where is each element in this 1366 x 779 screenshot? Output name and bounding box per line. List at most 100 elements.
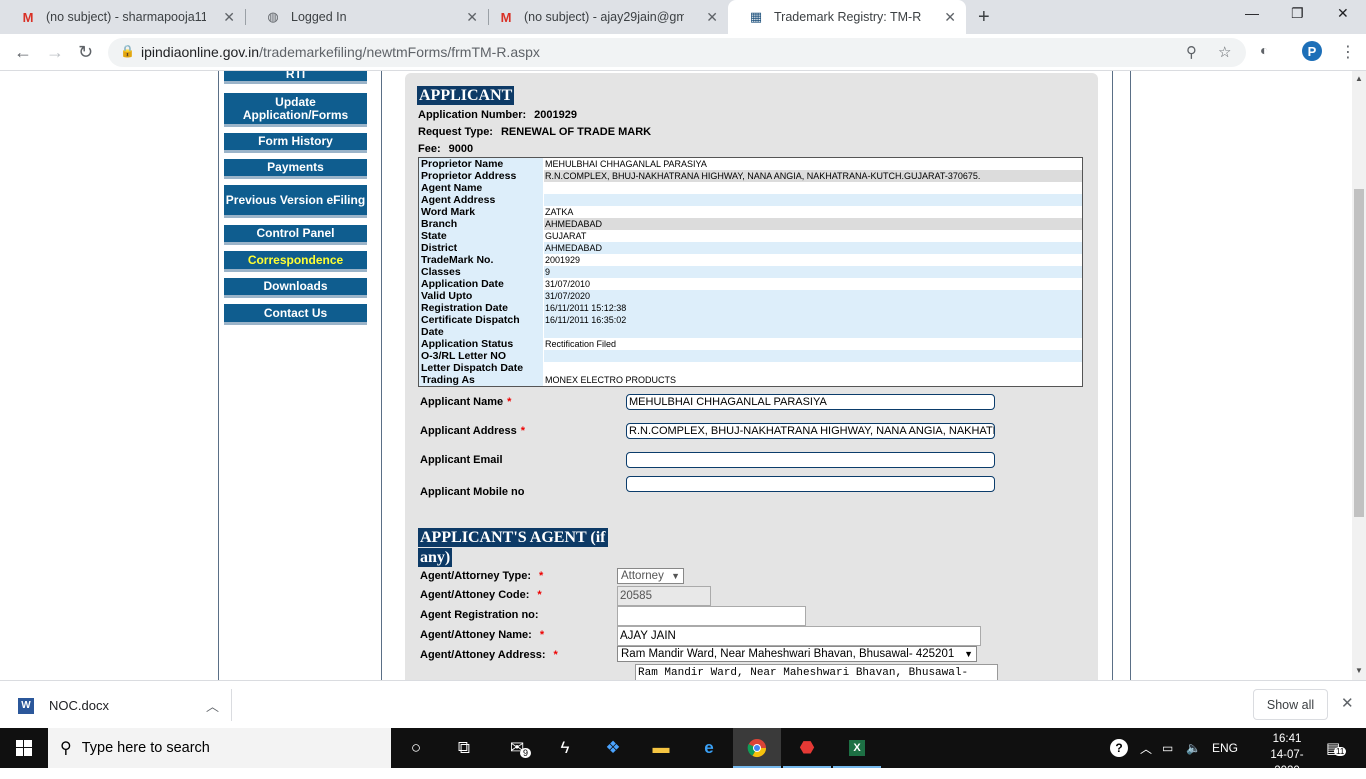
restore-icon[interactable]: ❐: [1291, 5, 1304, 22]
chevron-up-icon[interactable]: ︿: [1140, 728, 1152, 768]
applicant-mobile-label: Applicant Mobile no: [420, 486, 525, 498]
sidebar-item-contact-us[interactable]: Contact Us: [224, 304, 367, 325]
tab-gmail-2[interactable]: M (no subject) - ajay29jain@gmail.c ✕: [478, 0, 728, 34]
applicant-heading: APPLICANT: [417, 86, 515, 105]
agent-name-input[interactable]: AJAY JAIN: [617, 626, 981, 646]
chrome-icon[interactable]: [733, 728, 781, 768]
acrobat-icon[interactable]: ⬣: [783, 728, 831, 768]
page-viewport: RTI Update Application/Forms Form Histor…: [0, 71, 1352, 680]
profile-avatar[interactable]: P: [1302, 41, 1322, 61]
table-row: Branch AHMEDABAD: [419, 218, 1082, 230]
applicant-mobile-input[interactable]: [626, 476, 995, 492]
windows-icon: [16, 740, 32, 756]
tab-trademark[interactable]: ▦ Trademark Registry: TM-R ✕: [728, 0, 966, 34]
page-scrollbar[interactable]: ▲ ▼: [1352, 71, 1366, 680]
download-filename: NOC.docx: [49, 698, 109, 713]
volume-icon[interactable]: 🔈: [1186, 728, 1201, 768]
app-icon[interactable]: ϟ: [541, 728, 589, 768]
chevron-up-icon[interactable]: ︿: [206, 696, 219, 715]
back-icon[interactable]: ←: [14, 42, 32, 63]
table-row: Registration Date 16/11/2011 15:12:38: [419, 302, 1082, 314]
applicant-name-input[interactable]: MEHULBHAI CHHAGANLAL PARASIYA: [626, 394, 995, 410]
ie-icon[interactable]: e: [685, 728, 733, 768]
extension-icon[interactable]: ◐: [1260, 42, 1268, 58]
applicant-email-input[interactable]: [626, 452, 995, 468]
sidebar-item-previous-version[interactable]: Previous Version eFiling: [224, 185, 367, 218]
sidebar-item-form-history[interactable]: Form History: [224, 133, 367, 153]
notifications-icon[interactable]: ▤ 11: [1326, 728, 1347, 768]
new-tab-button[interactable]: +: [978, 6, 990, 29]
word-file-icon: W: [18, 697, 34, 714]
table-row: Proprietor Name MEHULBHAI CHHAGANLAL PARA…: [419, 158, 1082, 170]
agent-reg-label: Agent Registration no:: [420, 609, 539, 621]
sidebar-item-downloads[interactable]: Downloads: [224, 278, 367, 298]
agent-address-textarea[interactable]: Ram Mandir Ward, Near Maheshwari Bhavan,…: [635, 664, 998, 680]
agent-reg-input[interactable]: [617, 606, 806, 626]
close-icon[interactable]: ✕: [466, 9, 478, 26]
applicant-address-input[interactable]: R.N.COMPLEX, BHUJ-NAKHATRANA HIGHWAY, NA…: [626, 423, 995, 439]
file-explorer-icon[interactable]: ▬: [637, 728, 685, 768]
agent-code-label: Agent/Attoney Code: *: [420, 589, 542, 601]
table-row: Date: [419, 326, 1082, 338]
forward-icon[interactable]: →: [46, 42, 64, 63]
table-row: District AHMEDABAD: [419, 242, 1082, 254]
tab-logged-in[interactable]: ◍ Logged In ✕: [245, 0, 488, 34]
scroll-up-icon[interactable]: ▲: [1355, 74, 1363, 83]
language-indicator[interactable]: ENG: [1212, 728, 1238, 768]
table-row: Valid Upto 31/07/2020: [419, 290, 1082, 302]
table-row: Application Date 31/07/2010: [419, 278, 1082, 290]
table-row: Certificate Dispatch 16/11/2011 16:35:02: [419, 314, 1082, 326]
tab-title: Trademark Registry: TM-R: [774, 10, 922, 24]
agent-code-input[interactable]: 20585: [617, 586, 711, 606]
battery-icon[interactable]: ▭: [1162, 728, 1173, 768]
sidebar-item-correspondence[interactable]: Correspondence: [224, 251, 367, 272]
sidebar-item-control-panel[interactable]: Control Panel: [224, 225, 367, 245]
clock[interactable]: 16:41 14-07-2020: [1260, 731, 1314, 779]
star-icon[interactable]: ☆: [1218, 43, 1231, 61]
close-download-bar-icon[interactable]: ✕: [1341, 694, 1354, 712]
tab-gmail-1[interactable]: M (no subject) - sharmapooja11093 ✕: [0, 0, 245, 34]
close-icon[interactable]: ✕: [706, 9, 718, 26]
download-item[interactable]: W NOC.docx ︿: [18, 696, 219, 715]
scroll-down-icon[interactable]: ▼: [1355, 666, 1363, 675]
clock-date: 14-07-2020: [1270, 749, 1304, 777]
excel-icon[interactable]: X: [833, 728, 881, 768]
sidebar-item-rti[interactable]: RTI: [224, 71, 367, 84]
dropbox-icon[interactable]: ❖: [589, 728, 637, 768]
window-close-icon[interactable]: ✕: [1337, 5, 1349, 22]
table-row: Trading As MONEX ELECTRO PRODUCTS: [419, 374, 1082, 386]
agent-type-select[interactable]: Attorney ▼: [617, 568, 684, 584]
download-bar: W NOC.docx ︿ Show all ✕: [0, 680, 1366, 728]
menu-icon[interactable]: ⋮: [1340, 42, 1356, 62]
request-type: Request Type: RENEWAL OF TRADE MARK: [418, 126, 652, 138]
taskbar-search[interactable]: ⚲ Type here to search: [48, 728, 391, 768]
start-button[interactable]: [0, 728, 48, 768]
lock-icon[interactable]: 🔒: [120, 44, 135, 58]
cortana-icon[interactable]: ○: [392, 728, 440, 768]
close-icon[interactable]: ✕: [223, 9, 235, 26]
chevron-down-icon: ▼: [671, 571, 680, 581]
gmail-icon: M: [500, 9, 512, 25]
search-placeholder: Type here to search: [81, 740, 210, 756]
show-all-button[interactable]: Show all: [1253, 689, 1328, 720]
agent-heading-line2: any): [418, 548, 453, 567]
address-bar[interactable]: 🔒 ipindiaonline.gov.in/trademarkefiling/…: [108, 38, 1246, 67]
url-text: ipindiaonline.gov.in/trademarkefiling/ne…: [141, 44, 540, 60]
agent-address-select[interactable]: Ram Mandir Ward, Near Maheshwari Bhavan,…: [617, 646, 977, 662]
agent-address-label: Agent/Attoney Address: *: [420, 649, 558, 661]
agent-type-label: Agent/Attorney Type: *: [420, 570, 544, 582]
help-icon[interactable]: ?: [1110, 728, 1128, 768]
scroll-thumb[interactable]: [1354, 189, 1364, 517]
mail-icon[interactable]: ✉ 9: [493, 728, 541, 768]
table-row: Classes 9: [419, 266, 1082, 278]
close-icon[interactable]: ✕: [944, 9, 956, 26]
table-row: State GUJARAT: [419, 230, 1082, 242]
zoom-icon[interactable]: ⚲: [1186, 43, 1197, 61]
task-view-icon[interactable]: ⧉: [440, 728, 488, 768]
reload-icon[interactable]: ↻: [78, 42, 93, 63]
sidebar-item-payments[interactable]: Payments: [224, 159, 367, 179]
site-icon: ▦: [749, 9, 763, 24]
sidebar-item-update-application[interactable]: Update Application/Forms: [224, 93, 367, 127]
applicant-name-label: Applicant Name *: [420, 396, 512, 408]
minimize-icon[interactable]: —: [1245, 5, 1259, 21]
